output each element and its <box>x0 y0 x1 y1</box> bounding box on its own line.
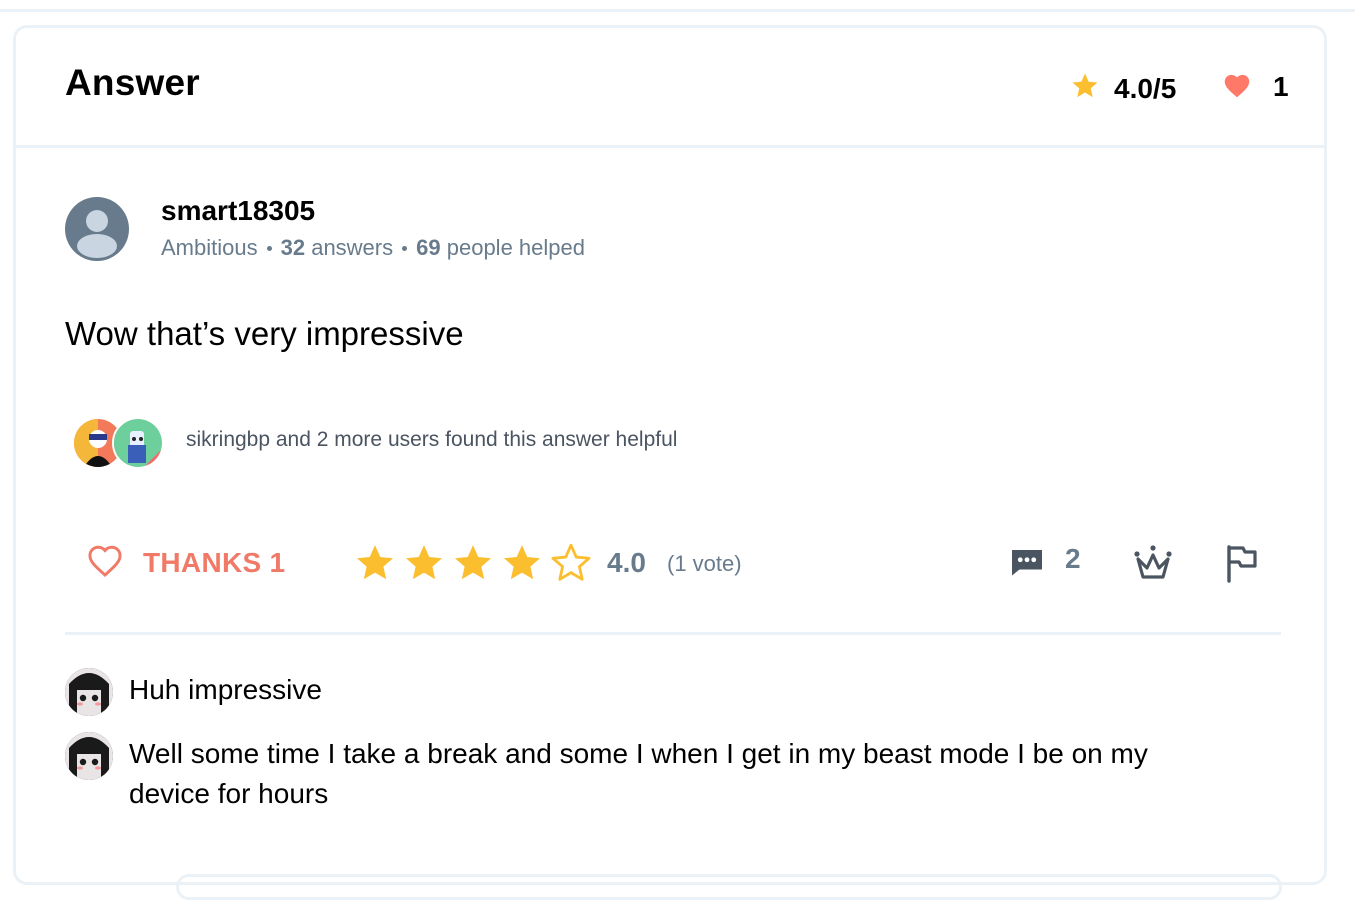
thanks-label: THANKS 1 <box>143 546 286 578</box>
comments-count: 2 <box>1065 542 1081 574</box>
comment-input-box[interactable] <box>176 874 1282 900</box>
header-rating: 4.0/5 <box>1070 71 1176 106</box>
star-icon-empty[interactable] <box>550 542 592 584</box>
heart-icon <box>85 542 125 583</box>
author-stats: Ambitious 32 answers 69 people helped <box>161 235 585 261</box>
avatar[interactable] <box>65 197 129 261</box>
flag-icon <box>1224 545 1260 587</box>
top-divider <box>0 9 1355 12</box>
avatar[interactable] <box>112 417 164 469</box>
helped-label: people helped <box>446 235 585 260</box>
comment-text: Well some time I take a break and some I… <box>129 738 1148 809</box>
answers-count: 32 <box>280 235 306 260</box>
star-rating[interactable] <box>354 542 599 584</box>
star-icon-filled[interactable] <box>452 542 494 584</box>
answers-label: answers <box>311 235 394 260</box>
helped-count: 69 <box>416 235 441 260</box>
author-rank: Ambitious <box>161 235 258 260</box>
answer-body: Wow that’s very impressive <box>65 315 464 352</box>
helpful-summary: sikringbp and 2 more users found this an… <box>186 428 678 451</box>
author-username[interactable]: smart18305 <box>161 195 315 227</box>
helpful-user-avatars <box>72 417 167 469</box>
avatar-icon <box>77 210 117 258</box>
crown-icon <box>1132 545 1174 587</box>
header-likes: 1 <box>1223 71 1289 103</box>
rating-value: 4.0 <box>607 547 646 578</box>
comments-button[interactable]: 2 <box>1009 542 1081 584</box>
answer-header: Answer 4.0/5 1 <box>16 28 1324 148</box>
separator-dot <box>402 245 408 251</box>
star-icon-filled[interactable] <box>354 542 396 584</box>
avatar[interactable] <box>65 668 113 716</box>
star-icon-filled[interactable] <box>403 542 445 584</box>
answer-card: Answer 4.0/5 1 smart18305 Ambitious 32 an… <box>13 25 1327 900</box>
header-likes-count: 1 <box>1273 71 1289 102</box>
heart-icon <box>1223 72 1251 103</box>
star-icon <box>1070 71 1100 106</box>
comments-divider <box>65 632 1281 635</box>
comment-icon <box>1009 545 1045 584</box>
thanks-button[interactable]: THANKS 1 <box>85 542 285 583</box>
answer-heading: Answer <box>65 62 200 103</box>
report-button[interactable] <box>1224 543 1260 588</box>
avatar[interactable] <box>65 732 113 780</box>
vote-count: (1 vote) <box>667 551 742 576</box>
comment-text: Huh impressive <box>129 674 322 705</box>
header-rating-value: 4.0/5 <box>1114 72 1177 104</box>
star-icon-filled[interactable] <box>501 542 543 584</box>
brainliest-button[interactable] <box>1132 543 1174 588</box>
separator-dot <box>266 245 272 251</box>
